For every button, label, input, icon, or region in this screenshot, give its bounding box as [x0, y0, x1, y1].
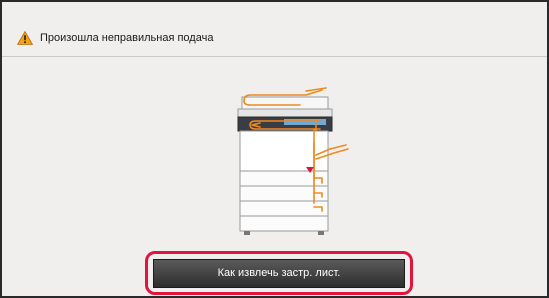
dialog-title: Произошла неправильная подача: [40, 32, 214, 44]
dialog-frame: Произошла неправильная подача Как извлеч…: [0, 0, 549, 298]
copier-paper-path-icon: [237, 87, 349, 235]
how-to-remove-jam-button[interactable]: Как извлечь застр. лист.: [153, 259, 405, 288]
dialog-header: Произошла неправильная подача: [2, 2, 547, 57]
warning-icon: [17, 31, 33, 45]
